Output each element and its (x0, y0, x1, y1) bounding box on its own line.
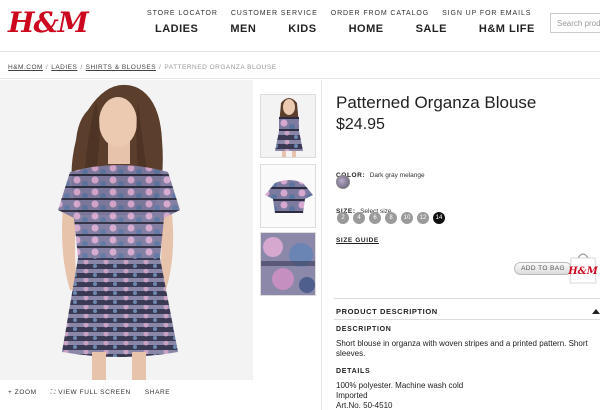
thumbnail-model[interactable] (260, 94, 316, 158)
product-title: Patterned Organza Blouse (336, 93, 537, 112)
details-list: 100% polyester. Machine wash cold Import… (336, 381, 463, 410)
thumbnail-blouse[interactable] (260, 164, 316, 228)
details-item: Art.No. 50-4510 (336, 401, 393, 410)
breadcrumb-home[interactable]: H&M.COM (8, 64, 43, 71)
thumbnail-fabric[interactable] (260, 232, 316, 296)
thumbnail-fabric-image (261, 233, 315, 295)
thumbnail-blouse-image (261, 165, 315, 227)
image-tools: + ZOOM ⛶ VIEW FULL SCREEN SHARE (8, 389, 170, 397)
product-price: $24.95 (336, 116, 385, 133)
details-item: Imported (336, 391, 368, 400)
description-text: Short blouse in organza with woven strip… (336, 339, 588, 358)
order-catalog-link[interactable]: ORDER FROM CATALOG (331, 10, 429, 17)
nav-ladies[interactable]: LADIES (155, 23, 198, 35)
description-bottom-divider (334, 319, 600, 320)
nav-men[interactable]: MEN (230, 23, 256, 35)
product-description-title[interactable]: PRODUCT DESCRIPTION (336, 307, 438, 316)
share-button[interactable]: SHARE (145, 389, 170, 397)
nav-sale[interactable]: SALE (416, 23, 447, 35)
email-signup-link[interactable]: SIGN UP FOR EMAILS (442, 10, 531, 17)
breadcrumb-shirts-blouses[interactable]: SHIRTS & BLOUSES (86, 64, 156, 71)
size-option-8[interactable]: 8 (385, 212, 397, 224)
nav-kids[interactable]: KIDS (288, 23, 316, 35)
details-heading: DETAILS (336, 368, 371, 375)
size-option-2[interactable]: 2 (337, 212, 349, 224)
size-option-10[interactable]: 10 (401, 212, 413, 224)
size-option-4[interactable]: 4 (353, 212, 365, 224)
size-guide-link[interactable]: SIZE GUIDE (336, 237, 379, 244)
model-photo (0, 80, 253, 380)
utility-nav: STORE LOCATOR CUSTOMER SERVICE ORDER FRO… (147, 10, 531, 17)
size-option-12[interactable]: 12 (417, 212, 429, 224)
color-swatch[interactable] (336, 175, 350, 189)
shopping-bag-icon: H&M (568, 253, 598, 284)
breadcrumb: H&M.COM / LADIES / SHIRTS & BLOUSES / PATTERNE… (8, 64, 277, 71)
main-nav: LADIES MEN KIDS HOME SALE H&M LIFE (155, 23, 567, 35)
bag-logo: H&M (568, 266, 598, 277)
store-locator-link[interactable]: STORE LOCATOR (147, 10, 218, 17)
breadcrumb-current: PATTERNED ORGANZA BLOUSE (164, 64, 277, 71)
color-value: Dark gray melange (369, 172, 425, 179)
nav-hm-life[interactable]: H&M LIFE (479, 23, 535, 35)
hm-logo[interactable]: H&M (8, 6, 89, 39)
site-header: H&M STORE LOCATOR CUSTOMER SERVICE ORDER… (0, 0, 600, 52)
top-divider (0, 78, 600, 79)
search-input[interactable]: Search products (550, 13, 600, 33)
main-product-image[interactable] (0, 80, 253, 380)
size-option-6[interactable]: 6 (369, 212, 381, 224)
size-options: 2 4 6 8 10 12 14 (337, 212, 445, 224)
zoom-button[interactable]: + ZOOM (8, 389, 37, 397)
column-divider (321, 80, 322, 410)
view-full-screen-label: VIEW FULL SCREEN (58, 389, 131, 396)
nav-home[interactable]: HOME (349, 23, 384, 35)
add-to-bag-button[interactable]: ADD TO BAG (514, 262, 572, 275)
breadcrumb-ladies[interactable]: LADIES (51, 64, 77, 71)
customer-service-link[interactable]: CUSTOMER SERVICE (231, 10, 318, 17)
description-top-divider (334, 298, 600, 299)
collapse-arrow-icon[interactable] (592, 309, 600, 314)
details-item: 100% polyester. Machine wash cold (336, 381, 464, 390)
size-option-14-selected[interactable]: 14 (433, 212, 445, 224)
view-full-screen-button[interactable]: ⛶ VIEW FULL SCREEN (51, 389, 131, 397)
thumbnail-model-image (261, 95, 315, 157)
description-heading: DESCRIPTION (336, 326, 392, 333)
